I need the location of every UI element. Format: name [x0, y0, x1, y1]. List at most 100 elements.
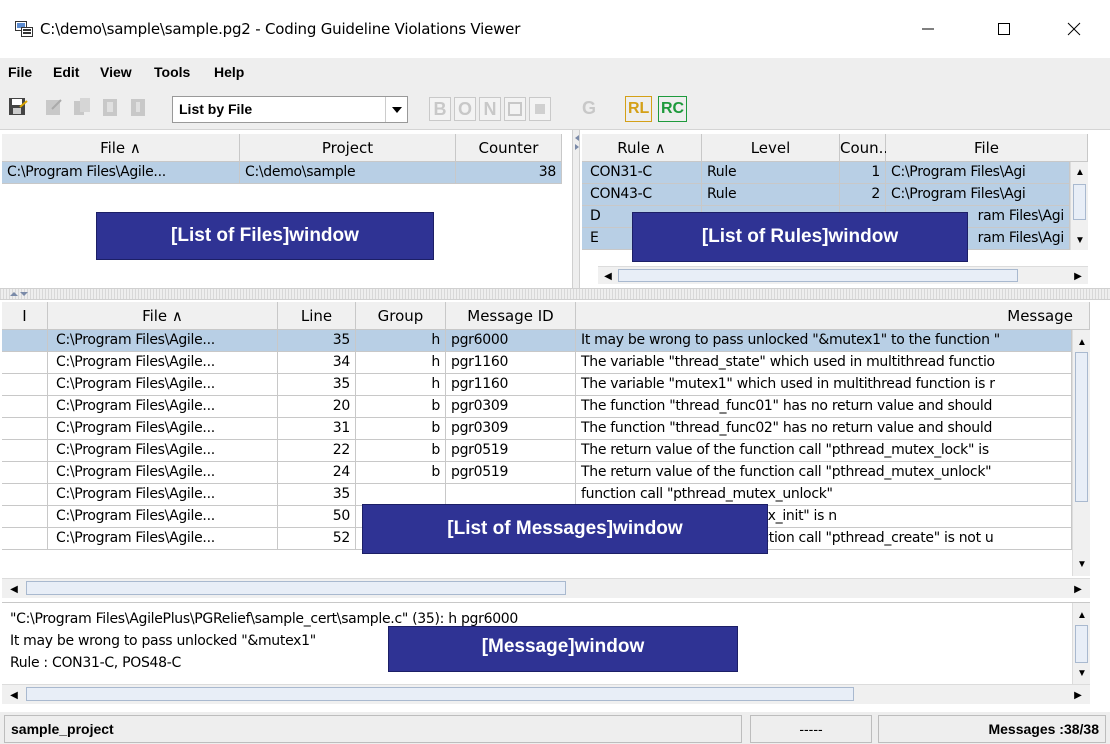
scroll-left-icon[interactable]: ◀ — [6, 687, 22, 703]
edit-button[interactable] — [42, 95, 66, 119]
scroll-right-icon[interactable]: ▶ — [1070, 581, 1086, 597]
splitter-collapse-icon — [10, 292, 28, 296]
view-mode-value: List by File — [179, 101, 253, 117]
rules-col-count[interactable]: Coun... — [840, 134, 893, 162]
status-bar: sample_project ----- Messages :38/38 — [0, 712, 1110, 744]
rules-horizontal-scrollbar[interactable]: ◀ ▶ — [598, 266, 1088, 284]
rule-level-button[interactable]: RL — [625, 96, 653, 122]
file-cell: C:\Program Files\Agile... — [48, 330, 278, 352]
line-cell: 35 — [278, 484, 356, 506]
menu-view[interactable]: View — [100, 64, 132, 80]
filter-o-button[interactable]: O — [454, 97, 476, 121]
counter-cell: 38 — [456, 162, 562, 184]
scroll-right-icon[interactable]: ▶ — [1070, 687, 1086, 703]
message-id-cell: pgr1160 — [446, 352, 576, 374]
message-cell: The function "thread_func02" has no retu… — [576, 418, 1072, 440]
filter-icon-button[interactable] — [504, 97, 526, 121]
project-cell: C:\demo\sample — [240, 162, 456, 184]
scroll-thumb[interactable] — [1073, 184, 1086, 220]
messages-col-id[interactable]: Message ID — [446, 302, 576, 330]
app-icon — [15, 21, 33, 37]
close-button[interactable] — [1046, 12, 1102, 46]
document2-icon — [131, 99, 145, 116]
scroll-thumb[interactable] — [1075, 352, 1088, 502]
chevron-down-icon[interactable] — [385, 97, 407, 122]
table-row[interactable]: C:\Program Files\Agile... 35 function call… — [2, 484, 1072, 506]
scroll-thumb[interactable] — [26, 581, 566, 595]
scroll-left-icon[interactable]: ◀ — [600, 268, 616, 284]
rules-col-file[interactable]: File — [886, 134, 1088, 162]
files-col-file[interactable]: File ∧ — [2, 134, 240, 162]
copy-button[interactable] — [70, 95, 94, 119]
save-button[interactable] — [6, 95, 30, 119]
message-horizontal-scrollbar[interactable]: ◀ ▶ — [2, 684, 1090, 704]
messages-vertical-scrollbar[interactable]: ▲ ▼ — [1072, 330, 1090, 576]
messages-col-line[interactable]: Line — [278, 302, 356, 330]
table-row[interactable]: C:\Program Files\Agile... 20 b pgr0309 The f… — [2, 396, 1072, 418]
files-col-counter[interactable]: Counter — [456, 134, 562, 162]
save-icon — [9, 98, 28, 115]
scroll-thumb[interactable] — [1075, 625, 1088, 663]
maximize-button[interactable] — [976, 12, 1032, 46]
filter-n-button[interactable]: N — [479, 97, 501, 121]
rules-col-rule[interactable]: Rule ∧ — [582, 134, 702, 162]
file-cell: C:\Program Files\Agile... — [48, 462, 278, 484]
table-row[interactable]: C:\Program Files\Agile... 34 h pgr1160 The v… — [2, 352, 1072, 374]
toolbar: List by File B O N G RL RC — [0, 88, 1110, 130]
messages-horizontal-scrollbar[interactable]: ◀ ▶ — [2, 578, 1090, 598]
table-row[interactable]: C:\Program Files\Agile... 22 b pgr0519 The r… — [2, 440, 1072, 462]
minimize-button[interactable] — [900, 12, 956, 46]
scroll-left-icon[interactable]: ◀ — [6, 581, 22, 597]
document-button[interactable] — [98, 95, 122, 119]
filter-c-button[interactable] — [529, 97, 551, 121]
messages-col-group[interactable]: Group — [356, 302, 446, 330]
vertical-splitter[interactable] — [572, 130, 580, 288]
message-window-label: [Message]window — [388, 626, 738, 672]
filter-g-button[interactable]: G — [578, 97, 600, 121]
scroll-down-icon[interactable]: ▼ — [1074, 665, 1090, 681]
level-cell: Rule — [702, 162, 840, 184]
table-row[interactable]: CON31-C Rule 1 C:\Program Files\Agi — [582, 162, 1070, 184]
files-col-project[interactable]: Project — [240, 134, 456, 162]
view-mode-select[interactable]: List by File — [172, 96, 408, 123]
table-row[interactable]: C:\Program Files\Agile... 31 b pgr0309 The f… — [2, 418, 1072, 440]
menu-help[interactable]: Help — [214, 64, 244, 80]
table-row[interactable]: C:\Program Files\Agile... C:\demo\sample… — [2, 162, 562, 184]
rule-cell: CON43-C — [582, 184, 702, 206]
menu-edit[interactable]: Edit — [53, 64, 79, 80]
messages-col-message[interactable]: Message — [576, 302, 1090, 330]
menu-tools[interactable]: Tools — [154, 64, 190, 80]
icon-cell — [2, 440, 48, 462]
message-vertical-scrollbar[interactable]: ▲ ▼ — [1072, 603, 1090, 684]
messages-col-i[interactable]: I — [2, 302, 48, 330]
rule-count-button[interactable]: RC — [658, 96, 688, 122]
filter-b-button[interactable]: B — [429, 97, 451, 121]
scroll-right-icon[interactable]: ▶ — [1070, 268, 1086, 284]
scroll-up-icon[interactable]: ▲ — [1074, 607, 1090, 623]
file-cell: C:\Program Files\Agile... — [48, 418, 278, 440]
scroll-thumb[interactable] — [26, 687, 854, 701]
scroll-down-icon[interactable]: ▼ — [1074, 556, 1090, 572]
file-cell: C:\Program Files\Agi — [886, 162, 1070, 184]
document2-button[interactable] — [126, 95, 150, 119]
table-row[interactable]: C:\Program Files\Agile... 35 h pgr6000 It ma… — [2, 330, 1072, 352]
table-row[interactable]: C:\Program Files\Agile... 24 b pgr0519 The r… — [2, 462, 1072, 484]
message-cell: function call "pthread_mutex_unlock" — [576, 484, 1072, 506]
icon-cell — [2, 418, 48, 440]
table-row[interactable]: CON43-C Rule 2 C:\Program Files\Agi — [582, 184, 1070, 206]
rules-vertical-scrollbar[interactable]: ▲ ▼ — [1070, 162, 1088, 250]
group-cell: b — [356, 396, 446, 418]
menu-file[interactable]: File — [8, 64, 32, 80]
table-row[interactable]: C:\Program Files\Agile... 35 h pgr1160 The v… — [2, 374, 1072, 396]
file-cell: C:\Program Files\Agile... — [48, 440, 278, 462]
horizontal-splitter[interactable] — [0, 288, 1110, 300]
scroll-up-icon[interactable]: ▲ — [1072, 164, 1088, 180]
rules-col-level[interactable]: Level — [702, 134, 840, 162]
grid-icon — [508, 102, 522, 116]
scroll-thumb[interactable] — [618, 269, 1018, 282]
messages-col-file[interactable]: File ∧ — [48, 302, 278, 330]
message-cell: The return value of the function call "p… — [576, 462, 1072, 484]
scroll-up-icon[interactable]: ▲ — [1074, 334, 1090, 350]
scroll-down-icon[interactable]: ▼ — [1072, 232, 1088, 248]
line-cell: 35 — [278, 374, 356, 396]
